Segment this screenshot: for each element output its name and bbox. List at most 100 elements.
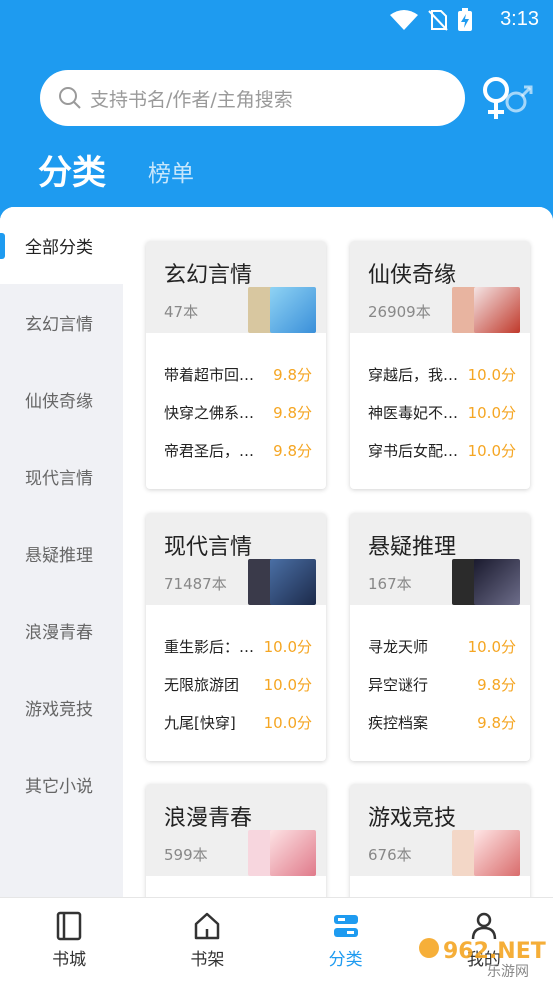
card-count: 26909本	[368, 303, 431, 321]
book-list: 寻龙天师 10.0分 异空谜行 9.8分 疾控档案 9.8分	[350, 605, 530, 741]
book-row[interactable]: 神医毒妃不… 10.0分	[350, 393, 530, 431]
book-score: 9.8分	[273, 441, 312, 460]
sidebar-item-gaming[interactable]: 游戏竞技	[0, 669, 123, 746]
nav-bookshelf[interactable]: 书架	[138, 898, 276, 983]
sidebar-item-other[interactable]: 其它小说	[0, 746, 123, 823]
card-header: 玄幻言情 47本	[146, 241, 326, 333]
category-icon	[333, 915, 358, 937]
nav-label: 分类	[328, 950, 363, 970]
no-sim-icon	[428, 10, 448, 31]
book-cover-image	[474, 830, 520, 876]
book-covers	[452, 830, 520, 876]
category-panel: 全部分类 玄幻言情 仙侠奇缘 现代言情 悬疑推理 浪漫青春 游戏竞技 其它小说 …	[0, 207, 553, 897]
sidebar-item-all[interactable]: 全部分类	[0, 207, 123, 284]
book-covers	[248, 287, 316, 333]
wifi-icon	[390, 10, 418, 30]
book-covers	[248, 559, 316, 605]
nav-label: 书城	[52, 950, 87, 970]
sidebar-item-fantasy-romance[interactable]: 玄幻言情	[0, 284, 123, 361]
book-row[interactable]: 无限旅游团 10.0分	[146, 665, 326, 703]
book-row[interactable]: 寻龙天师 10.0分	[350, 627, 530, 665]
book-score: 9.8分	[477, 713, 516, 732]
book-score: 10.0分	[467, 365, 516, 384]
book-row[interactable]: 帝君圣后，… 9.8分	[146, 431, 326, 469]
search-placeholder: 支持书名/作者/主角搜索	[90, 88, 293, 111]
card-title: 浪漫青春	[164, 806, 253, 831]
status-icons	[389, 8, 473, 32]
card-title: 仙侠奇缘	[368, 263, 457, 288]
category-card-xianxia[interactable]: 仙侠奇缘 26909本 穿越后，我… 10.0分 神医毒妃不… 10.0分 穿书后女…	[350, 241, 530, 489]
book-row[interactable]: 疾控档案 9.8分	[350, 703, 530, 741]
category-card-mystery[interactable]: 悬疑推理 167本 寻龙天师 10.0分 异空谜行 9.8分 疾控档案 9.8分	[350, 513, 530, 761]
watermark-text: 962.NET	[443, 939, 546, 964]
book-row[interactable]: 异空谜行 9.8分	[350, 665, 530, 703]
book-score: 10.0分	[263, 713, 312, 732]
card-header: 仙侠奇缘 26909本	[350, 241, 530, 333]
book-title: 快穿之佛系…	[164, 403, 255, 422]
category-card-youth[interactable]: 浪漫青春 599本	[146, 784, 326, 897]
nav-bookstore[interactable]: 书城	[0, 898, 138, 983]
gender-toggle-icon[interactable]	[478, 74, 534, 122]
book-row[interactable]: 快穿之佛系… 9.8分	[146, 393, 326, 431]
book-list: 穿越后，我… 10.0分 神医毒妃不… 10.0分 穿书后女配… 10.0分	[350, 333, 530, 469]
search-icon	[59, 87, 81, 109]
card-title: 现代言情	[164, 535, 253, 560]
book-score: 10.0分	[467, 403, 516, 422]
tab-ranking[interactable]: 榜单	[148, 154, 194, 188]
nav-category[interactable]: 分类	[277, 898, 415, 983]
book-title: 寻龙天师	[368, 637, 429, 656]
card-title: 悬疑推理	[368, 535, 457, 560]
battery-charging-icon	[458, 8, 472, 31]
category-grid: 玄幻言情 47本 带着超市回… 9.8分 快穿之佛系… 9.8分 帝君圣后，… 9.8…	[123, 207, 553, 897]
book-row[interactable]: 穿越后，我… 10.0分	[350, 355, 530, 393]
book-score: 10.0分	[263, 675, 312, 694]
book-cover-image	[474, 559, 520, 605]
tab-category[interactable]: 分类	[38, 145, 106, 194]
book-covers	[248, 830, 316, 876]
book-score: 9.8分	[273, 403, 312, 422]
book-title: 带着超市回…	[164, 365, 255, 384]
status-time: 3:13	[500, 8, 539, 30]
book-title: 帝君圣后，…	[164, 441, 255, 460]
book-title: 重生影后：…	[164, 637, 255, 656]
book-score: 10.0分	[467, 441, 516, 460]
category-card-modern-romance[interactable]: 现代言情 71487本 重生影后：… 10.0分 无限旅游团 10.0分 九尾[快穿…	[146, 513, 326, 761]
sidebar-item-modern-romance[interactable]: 现代言情	[0, 438, 123, 515]
watermark-sub: 乐游网	[487, 964, 529, 980]
category-sidebar: 全部分类 玄幻言情 仙侠奇缘 现代言情 悬疑推理 浪漫青春 游戏竞技 其它小说	[0, 207, 123, 897]
book-score: 10.0分	[467, 637, 516, 656]
category-card-gaming[interactable]: 游戏竞技 676本	[350, 784, 530, 897]
book-title: 穿越后，我…	[368, 365, 459, 384]
book-title: 异空谜行	[368, 675, 429, 694]
app-header: 3:13 支持书名/作者/主角搜索 分类 榜单	[0, 0, 553, 230]
book-row[interactable]: 重生影后：… 10.0分	[146, 627, 326, 665]
sidebar-item-mystery[interactable]: 悬疑推理	[0, 515, 123, 592]
book-title: 疾控档案	[368, 713, 429, 732]
category-card-fantasy-romance[interactable]: 玄幻言情 47本 带着超市回… 9.8分 快穿之佛系… 9.8分 帝君圣后，… 9.8…	[146, 241, 326, 489]
book-row[interactable]: 穿书后女配… 10.0分	[350, 431, 530, 469]
book-icon	[56, 911, 82, 941]
book-list: 带着超市回… 9.8分 快穿之佛系… 9.8分 帝君圣后，… 9.8分	[146, 333, 326, 469]
book-list: 重生影后：… 10.0分 无限旅游团 10.0分 九尾[快穿] 10.0分	[146, 605, 326, 741]
book-title: 神医毒妃不…	[368, 403, 459, 422]
sidebar-item-youth[interactable]: 浪漫青春	[0, 592, 123, 669]
card-title: 玄幻言情	[164, 263, 253, 288]
card-count: 47本	[164, 303, 199, 321]
sidebar-item-xianxia[interactable]: 仙侠奇缘	[0, 361, 123, 438]
book-cover-image	[270, 559, 316, 605]
card-count: 599本	[164, 846, 208, 864]
book-row[interactable]: 带着超市回… 9.8分	[146, 355, 326, 393]
status-bar: 3:13	[0, 0, 553, 40]
search-input[interactable]: 支持书名/作者/主角搜索	[40, 70, 465, 126]
book-score: 9.8分	[477, 675, 516, 694]
card-header: 浪漫青春 599本	[146, 784, 326, 876]
book-row[interactable]: 九尾[快穿] 10.0分	[146, 703, 326, 741]
card-title: 游戏竞技	[368, 806, 457, 831]
card-count: 676本	[368, 846, 412, 864]
card-header: 悬疑推理 167本	[350, 513, 530, 605]
site-watermark-logo: 962.NET 乐游网	[419, 938, 546, 980]
book-cover-image	[270, 830, 316, 876]
book-cover-image	[270, 287, 316, 333]
card-header: 现代言情 71487本	[146, 513, 326, 605]
card-count: 71487本	[164, 575, 227, 593]
